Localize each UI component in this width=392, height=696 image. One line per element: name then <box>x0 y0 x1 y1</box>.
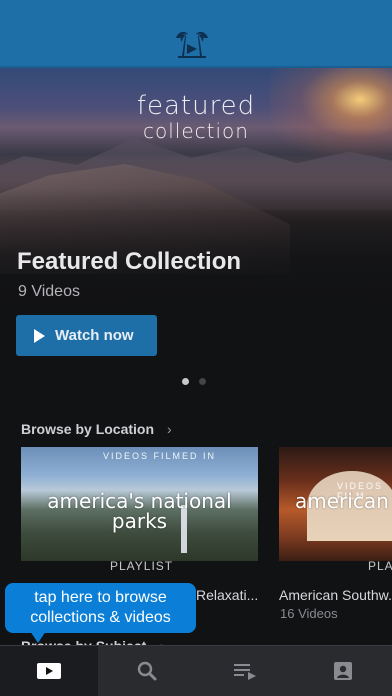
watch-now-label: Watch now <box>55 327 134 344</box>
tooltip-line-1: tap here to browse <box>34 589 167 606</box>
playlist-icon <box>234 664 256 680</box>
app-header <box>0 0 392 68</box>
onboarding-tooltip[interactable]: tap here to browse collections & videos <box>5 583 196 633</box>
card-collection-name: america's national parks <box>47 489 232 533</box>
featured-collection-stamp: featured collection <box>112 92 280 142</box>
collection-card-american-southwest[interactable]: VIDEOS FILM american <box>279 447 392 561</box>
hero-page-indicator[interactable] <box>182 378 206 385</box>
featured-hero[interactable]: featured collection Featured Collection … <box>0 68 392 398</box>
collection-card-national-parks[interactable]: VIDEOS FILMED IN america's national park… <box>21 447 258 561</box>
tab-browse[interactable] <box>0 646 98 696</box>
page-dot-2[interactable] <box>199 378 206 385</box>
account-icon <box>334 662 352 680</box>
tab-account[interactable] <box>294 646 392 696</box>
hero-title: Featured Collection <box>17 248 242 275</box>
card-playlist-tag: PLAYLIST <box>110 559 174 573</box>
tab-playlist[interactable] <box>196 646 294 696</box>
hero-sun-glow <box>270 68 392 158</box>
card-collection-name: american <box>295 489 389 513</box>
watch-now-button[interactable]: Watch now <box>16 315 157 356</box>
card-playlist-tag: PLA <box>368 559 392 573</box>
hero-video-count: 9 Videos <box>18 283 80 300</box>
card-caption[interactable]: American Southw... <box>279 587 392 603</box>
chevron-right-icon[interactable]: › <box>167 421 172 437</box>
tab-search[interactable] <box>98 646 196 696</box>
tab-bar <box>0 645 392 696</box>
tooltip-pointer <box>30 631 46 643</box>
page-dot-1[interactable] <box>182 378 189 385</box>
search-icon <box>137 661 157 681</box>
tooltip-line-2: collections & videos <box>30 609 171 626</box>
stamp-line-2: collection <box>143 119 249 143</box>
palm-tree-logo-icon <box>176 31 208 58</box>
card-caption[interactable]: Relaxati... <box>196 587 258 603</box>
play-icon <box>37 663 61 679</box>
browse-by-location-heading[interactable]: Browse by Location <box>21 421 154 437</box>
stamp-line-1: featured <box>136 91 256 121</box>
card-overline: VIDEOS FILMED IN <box>103 451 217 461</box>
card-video-count: 16 Videos <box>280 606 338 621</box>
play-icon <box>34 328 45 343</box>
